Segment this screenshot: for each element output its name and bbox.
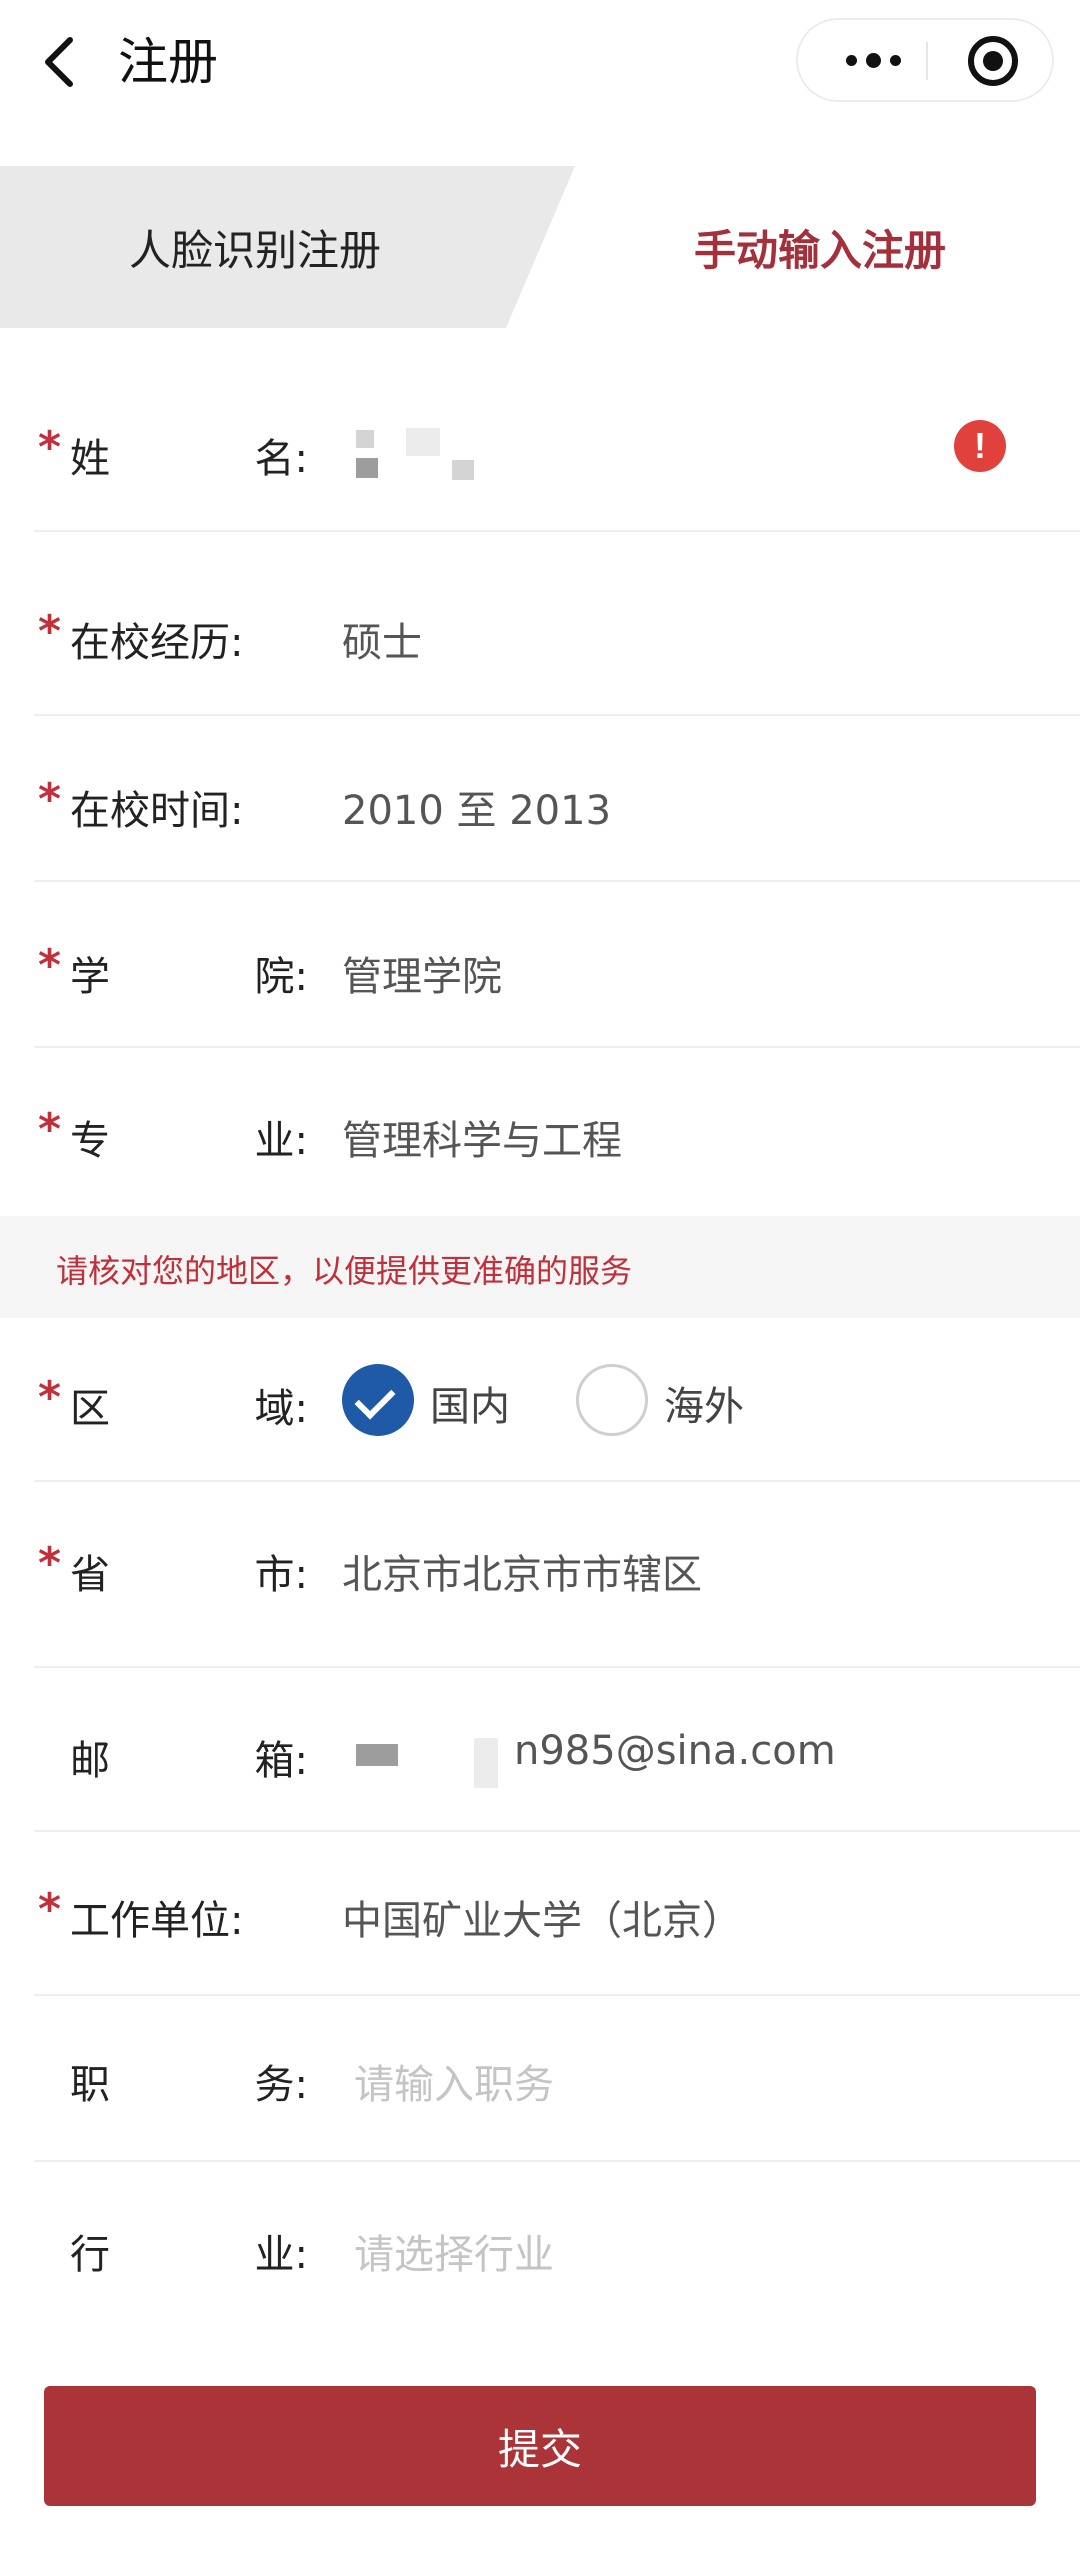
- label-char: 市:: [254, 1552, 308, 1598]
- label-char: 专: [70, 1118, 110, 1164]
- alert-icon: !: [954, 420, 1006, 472]
- label-char: 省: [70, 1552, 110, 1598]
- label-char: 职: [70, 2062, 110, 2108]
- region-row: * 区 域: 国内 海外: [34, 1318, 1080, 1482]
- capsule-divider: [926, 42, 928, 80]
- close-target-icon[interactable]: [968, 36, 1018, 86]
- position-input[interactable]: 请输入职务: [354, 2052, 554, 2110]
- region-label: 区 域:: [70, 1376, 308, 1434]
- label-char: 邮: [70, 1738, 110, 1784]
- college-value: 管理学院: [342, 954, 502, 1000]
- required-star: *: [38, 940, 62, 991]
- label-char: 务:: [254, 2062, 308, 2108]
- mini-program-capsule: [796, 18, 1054, 102]
- industry-row[interactable]: 行 业: 请选择行业: [34, 2162, 1080, 2330]
- employer-label: 工作单位:: [70, 1888, 308, 1946]
- region-domestic-radio[interactable]: [342, 1364, 414, 1436]
- province-label: 省 市:: [70, 1542, 308, 1600]
- email-row[interactable]: 邮 箱: n985@sina.com: [34, 1668, 1080, 1832]
- period-row[interactable]: * 在校时间: 2010 至 2013: [34, 716, 1080, 882]
- required-star: *: [38, 1538, 62, 1589]
- region-overseas-label[interactable]: 海外: [664, 1374, 744, 1432]
- email-label: 邮 箱:: [70, 1728, 308, 1786]
- label-char: 院:: [254, 954, 308, 1000]
- major-value: 管理科学与工程: [342, 1118, 622, 1164]
- redaction-block: [356, 1744, 398, 1766]
- page-title: 注册: [118, 33, 218, 91]
- required-star: *: [38, 774, 62, 825]
- notice-text: 请核对您的地区，以便提供更准确的服务: [56, 1252, 633, 1290]
- province-value: 北京市北京市市辖区: [342, 1552, 702, 1598]
- redaction-block: [474, 1738, 498, 1788]
- required-star: *: [38, 1104, 62, 1155]
- region-notice: 请核对您的地区，以便提供更准确的服务: [0, 1216, 1080, 1318]
- region-overseas-radio[interactable]: [576, 1364, 648, 1436]
- degree-value: 硕士: [342, 620, 422, 666]
- required-star: *: [38, 422, 62, 473]
- label-text: 工作单位:: [70, 1898, 244, 1944]
- industry-label: 行 业:: [70, 2222, 308, 2280]
- dot: [845, 54, 857, 66]
- name-label: 姓 名:: [70, 426, 308, 484]
- label-char: 姓: [70, 436, 110, 482]
- tab-manual-register[interactable]: 手动输入注册: [560, 166, 1080, 328]
- required-star: *: [38, 1372, 62, 1423]
- redaction-block: [356, 430, 374, 448]
- more-dots-icon[interactable]: [828, 20, 918, 100]
- employer-value: 中国矿业大学（北京）: [342, 1898, 742, 1944]
- redaction-block: [356, 458, 378, 478]
- degree-row[interactable]: * 在校经历: 硕士: [34, 532, 1080, 716]
- label-char: 区: [70, 1386, 110, 1432]
- period-value: 2010 至 2013: [342, 788, 612, 834]
- label-char: 箱:: [254, 1738, 308, 1784]
- nav-bar: 注册: [0, 0, 1080, 124]
- dot: [865, 52, 881, 68]
- required-star: *: [38, 1884, 62, 1935]
- position-row[interactable]: 职 务: 请输入职务: [34, 1996, 1080, 2162]
- dot: [889, 54, 901, 66]
- label-text: 在校时间:: [70, 788, 244, 834]
- position-label: 职 务:: [70, 2052, 308, 2110]
- period-label: 在校时间:: [70, 778, 308, 836]
- province-row[interactable]: * 省 市: 北京市北京市市辖区: [34, 1482, 1080, 1668]
- label-char: 学: [70, 954, 110, 1000]
- region-domestic-label[interactable]: 国内: [430, 1374, 510, 1432]
- label-char: 业:: [254, 1118, 308, 1164]
- industry-select[interactable]: 请选择行业: [354, 2222, 554, 2280]
- label-text: 在校经历:: [70, 620, 244, 666]
- tab-face-register[interactable]: 人脸识别注册: [0, 166, 510, 328]
- email-value: n985@sina.com: [514, 1728, 836, 1774]
- major-label: 专 业:: [70, 1108, 308, 1166]
- college-row[interactable]: * 学 院: 管理学院: [34, 882, 1080, 1048]
- degree-label: 在校经历:: [70, 610, 308, 668]
- submit-button[interactable]: 提交: [44, 2386, 1036, 2506]
- major-row[interactable]: * 专 业: 管理科学与工程: [34, 1048, 1080, 1216]
- name-row[interactable]: * 姓 名: !: [34, 360, 1080, 532]
- back-chevron-icon[interactable]: [38, 34, 82, 90]
- redaction-block: [452, 460, 474, 480]
- college-label: 学 院:: [70, 944, 308, 1002]
- employer-row[interactable]: * 工作单位: 中国矿业大学（北京）: [34, 1832, 1080, 1996]
- label-char: 名:: [254, 436, 308, 482]
- required-star: *: [38, 606, 62, 657]
- redaction-block: [406, 428, 440, 456]
- label-char: 行: [70, 2232, 110, 2278]
- label-char: 域:: [254, 1386, 308, 1432]
- label-char: 业:: [254, 2232, 308, 2278]
- register-tabs: 人脸识别注册 手动输入注册: [0, 166, 1080, 328]
